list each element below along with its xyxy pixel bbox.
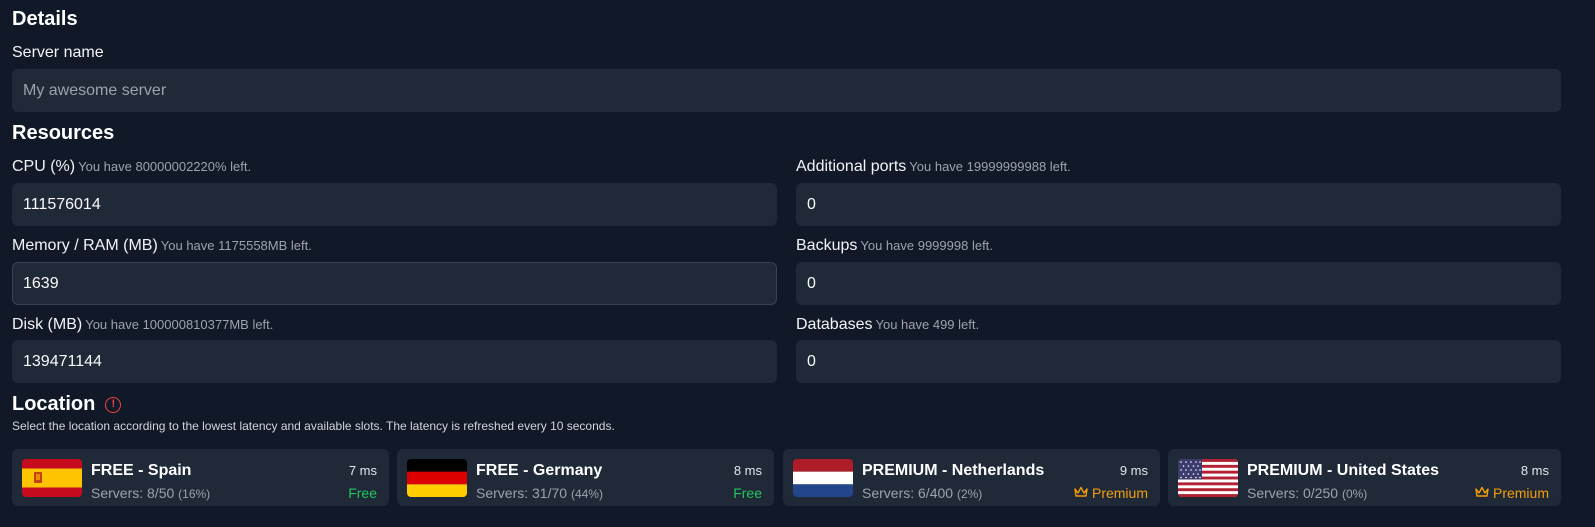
spain-flag-icon (22, 459, 82, 497)
disk-label: Disk (MB) You have 100000810377MB left. (12, 316, 273, 334)
location-servers: Servers: 6/400 (2%) (862, 485, 982, 501)
server-name-label: Server name (12, 44, 104, 61)
servers-count: Servers: 31/70 (476, 485, 568, 501)
memory-label-text: Memory / RAM (MB) (12, 237, 158, 254)
servers-percent: (0%) (1341, 487, 1368, 501)
backups-label: Backups You have 9999998 left. (796, 237, 993, 255)
tier-badge: Free (733, 485, 762, 501)
location-card-united-states[interactable]: PREMIUM - United States Servers: 0/250 (… (1168, 449, 1561, 506)
location-description: Select the location according to the low… (12, 419, 615, 433)
location-name: FREE - Spain (91, 462, 192, 479)
backups-hint: You have 9999998 left. (860, 238, 993, 253)
cpu-label: CPU (%) You have 80000002220% left. (12, 158, 251, 176)
ports-input[interactable] (796, 183, 1561, 226)
memory-label: Memory / RAM (MB) You have 1175558MB left… (12, 237, 312, 255)
details-heading: Details (12, 8, 78, 30)
disk-label-text: Disk (MB) (12, 316, 83, 333)
location-name: PREMIUM - United States (1247, 462, 1440, 479)
latency-value: 8 ms (733, 463, 762, 478)
ports-label: Additional ports You have 19999999988 lef… (796, 158, 1071, 176)
crown-icon (1074, 485, 1088, 501)
location-card-spain[interactable]: FREE - Spain Servers: 8/50 (16%) 7 ms Fr… (12, 449, 389, 506)
crown-icon (1475, 485, 1489, 501)
disk-input[interactable] (12, 340, 777, 383)
netherlands-flag-icon (793, 459, 853, 497)
databases-input[interactable] (796, 340, 1561, 383)
ports-label-text: Additional ports (796, 158, 907, 175)
cpu-hint: You have 80000002220% left. (78, 159, 252, 174)
ports-hint: You have 19999999988 left. (909, 159, 1071, 174)
exclamation-circle-icon[interactable]: ! (105, 396, 122, 413)
usa-flag-icon (1178, 459, 1238, 497)
tier-badge: Premium (1074, 485, 1148, 501)
location-servers: Servers: 0/250 (0%) (1247, 485, 1367, 501)
location-heading: Location ! (12, 393, 122, 416)
location-heading-text: Location (12, 393, 96, 415)
memory-hint: You have 1175558MB left. (160, 238, 312, 253)
tier-label: Free (348, 485, 377, 501)
servers-count: Servers: 8/50 (91, 485, 175, 501)
tier-label: Premium (1492, 485, 1549, 501)
location-card-germany[interactable]: FREE - Germany Servers: 31/70 (44%) 8 ms… (397, 449, 774, 506)
location-servers: Servers: 8/50 (16%) (91, 485, 210, 501)
tier-badge: Free (348, 485, 377, 501)
memory-input[interactable] (12, 262, 777, 305)
databases-label: Databases You have 499 left. (796, 316, 979, 334)
latency-value: 7 ms (348, 463, 377, 478)
tier-label: Free (733, 485, 762, 501)
servers-percent: (2%) (956, 487, 983, 501)
databases-label-text: Databases (796, 316, 873, 333)
backups-input[interactable] (796, 262, 1561, 305)
cpu-label-text: CPU (%) (12, 158, 76, 175)
servers-percent: (44%) (570, 487, 603, 501)
resources-heading: Resources (12, 122, 115, 144)
cpu-input[interactable] (12, 183, 777, 226)
location-name: PREMIUM - Netherlands (862, 462, 1045, 479)
latency-value: 9 ms (1119, 463, 1148, 478)
disk-hint: You have 100000810377MB left. (85, 317, 274, 332)
tier-badge: Premium (1475, 485, 1549, 501)
location-name: FREE - Germany (476, 462, 603, 479)
databases-hint: You have 499 left. (875, 317, 980, 332)
germany-flag-icon (407, 459, 467, 497)
servers-count: Servers: 6/400 (862, 485, 954, 501)
location-servers: Servers: 31/70 (44%) (476, 485, 603, 501)
servers-percent: (16%) (178, 487, 211, 501)
servers-count: Servers: 0/250 (1247, 485, 1339, 501)
latency-value: 8 ms (1520, 463, 1549, 478)
tier-label: Premium (1091, 485, 1148, 501)
server-name-input[interactable] (12, 69, 1561, 112)
location-card-netherlands[interactable]: PREMIUM - Netherlands Servers: 6/400 (2%… (783, 449, 1160, 506)
backups-label-text: Backups (796, 237, 858, 254)
